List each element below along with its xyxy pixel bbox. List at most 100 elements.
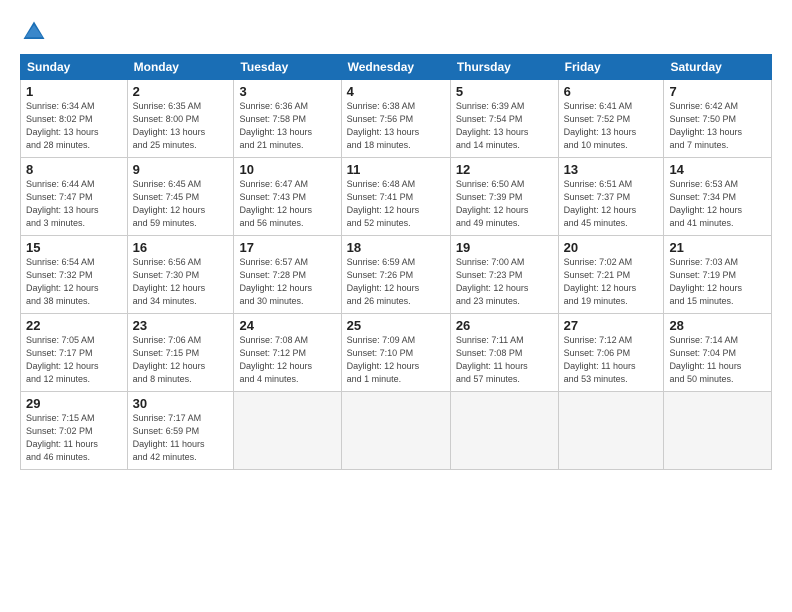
calendar-cell [664, 392, 772, 470]
day-number: 27 [564, 318, 659, 333]
day-number: 18 [347, 240, 445, 255]
day-info: Sunrise: 7:15 AM Sunset: 7:02 PM Dayligh… [26, 412, 122, 464]
day-number: 25 [347, 318, 445, 333]
day-number: 14 [669, 162, 766, 177]
calendar-row-1: 1Sunrise: 6:34 AM Sunset: 8:02 PM Daylig… [21, 80, 772, 158]
day-number: 23 [133, 318, 229, 333]
calendar-cell: 16Sunrise: 6:56 AM Sunset: 7:30 PM Dayli… [127, 236, 234, 314]
calendar-cell: 17Sunrise: 6:57 AM Sunset: 7:28 PM Dayli… [234, 236, 341, 314]
day-number: 4 [347, 84, 445, 99]
day-number: 9 [133, 162, 229, 177]
day-number: 11 [347, 162, 445, 177]
calendar-cell: 27Sunrise: 7:12 AM Sunset: 7:06 PM Dayli… [558, 314, 664, 392]
calendar-cell: 18Sunrise: 6:59 AM Sunset: 7:26 PM Dayli… [341, 236, 450, 314]
weekday-header-row: SundayMondayTuesdayWednesdayThursdayFrid… [21, 55, 772, 80]
day-info: Sunrise: 7:06 AM Sunset: 7:15 PM Dayligh… [133, 334, 229, 386]
day-number: 17 [239, 240, 335, 255]
day-number: 6 [564, 84, 659, 99]
day-info: Sunrise: 7:17 AM Sunset: 6:59 PM Dayligh… [133, 412, 229, 464]
day-info: Sunrise: 6:42 AM Sunset: 7:50 PM Dayligh… [669, 100, 766, 152]
weekday-header-monday: Monday [127, 55, 234, 80]
day-number: 19 [456, 240, 553, 255]
day-number: 28 [669, 318, 766, 333]
weekday-header-thursday: Thursday [450, 55, 558, 80]
header [20, 18, 772, 46]
calendar-row-3: 15Sunrise: 6:54 AM Sunset: 7:32 PM Dayli… [21, 236, 772, 314]
day-info: Sunrise: 7:00 AM Sunset: 7:23 PM Dayligh… [456, 256, 553, 308]
day-info: Sunrise: 6:44 AM Sunset: 7:47 PM Dayligh… [26, 178, 122, 230]
calendar-cell: 4Sunrise: 6:38 AM Sunset: 7:56 PM Daylig… [341, 80, 450, 158]
calendar-cell: 11Sunrise: 6:48 AM Sunset: 7:41 PM Dayli… [341, 158, 450, 236]
day-number: 1 [26, 84, 122, 99]
day-number: 21 [669, 240, 766, 255]
calendar-cell: 30Sunrise: 7:17 AM Sunset: 6:59 PM Dayli… [127, 392, 234, 470]
day-number: 22 [26, 318, 122, 333]
weekday-header-sunday: Sunday [21, 55, 128, 80]
day-number: 5 [456, 84, 553, 99]
calendar-cell: 9Sunrise: 6:45 AM Sunset: 7:45 PM Daylig… [127, 158, 234, 236]
calendar-cell [234, 392, 341, 470]
calendar-cell: 25Sunrise: 7:09 AM Sunset: 7:10 PM Dayli… [341, 314, 450, 392]
calendar-table: SundayMondayTuesdayWednesdayThursdayFrid… [20, 54, 772, 470]
day-info: Sunrise: 6:36 AM Sunset: 7:58 PM Dayligh… [239, 100, 335, 152]
page: SundayMondayTuesdayWednesdayThursdayFrid… [0, 0, 792, 612]
day-number: 24 [239, 318, 335, 333]
day-info: Sunrise: 7:11 AM Sunset: 7:08 PM Dayligh… [456, 334, 553, 386]
day-number: 16 [133, 240, 229, 255]
day-info: Sunrise: 6:35 AM Sunset: 8:00 PM Dayligh… [133, 100, 229, 152]
day-number: 30 [133, 396, 229, 411]
calendar-cell: 10Sunrise: 6:47 AM Sunset: 7:43 PM Dayli… [234, 158, 341, 236]
calendar-cell: 1Sunrise: 6:34 AM Sunset: 8:02 PM Daylig… [21, 80, 128, 158]
day-number: 10 [239, 162, 335, 177]
weekday-header-wednesday: Wednesday [341, 55, 450, 80]
calendar-cell: 22Sunrise: 7:05 AM Sunset: 7:17 PM Dayli… [21, 314, 128, 392]
logo [20, 18, 50, 46]
calendar-cell: 29Sunrise: 7:15 AM Sunset: 7:02 PM Dayli… [21, 392, 128, 470]
day-info: Sunrise: 6:41 AM Sunset: 7:52 PM Dayligh… [564, 100, 659, 152]
calendar-cell: 20Sunrise: 7:02 AM Sunset: 7:21 PM Dayli… [558, 236, 664, 314]
calendar-cell: 23Sunrise: 7:06 AM Sunset: 7:15 PM Dayli… [127, 314, 234, 392]
calendar-cell: 14Sunrise: 6:53 AM Sunset: 7:34 PM Dayli… [664, 158, 772, 236]
calendar-cell: 21Sunrise: 7:03 AM Sunset: 7:19 PM Dayli… [664, 236, 772, 314]
calendar-cell: 15Sunrise: 6:54 AM Sunset: 7:32 PM Dayli… [21, 236, 128, 314]
day-info: Sunrise: 7:08 AM Sunset: 7:12 PM Dayligh… [239, 334, 335, 386]
calendar-cell: 28Sunrise: 7:14 AM Sunset: 7:04 PM Dayli… [664, 314, 772, 392]
day-number: 20 [564, 240, 659, 255]
calendar-cell: 3Sunrise: 6:36 AM Sunset: 7:58 PM Daylig… [234, 80, 341, 158]
day-info: Sunrise: 7:02 AM Sunset: 7:21 PM Dayligh… [564, 256, 659, 308]
day-info: Sunrise: 6:38 AM Sunset: 7:56 PM Dayligh… [347, 100, 445, 152]
weekday-header-saturday: Saturday [664, 55, 772, 80]
calendar-cell: 2Sunrise: 6:35 AM Sunset: 8:00 PM Daylig… [127, 80, 234, 158]
day-info: Sunrise: 6:50 AM Sunset: 7:39 PM Dayligh… [456, 178, 553, 230]
day-info: Sunrise: 6:48 AM Sunset: 7:41 PM Dayligh… [347, 178, 445, 230]
calendar-row-4: 22Sunrise: 7:05 AM Sunset: 7:17 PM Dayli… [21, 314, 772, 392]
day-number: 2 [133, 84, 229, 99]
calendar-cell: 24Sunrise: 7:08 AM Sunset: 7:12 PM Dayli… [234, 314, 341, 392]
weekday-header-friday: Friday [558, 55, 664, 80]
calendar-cell: 19Sunrise: 7:00 AM Sunset: 7:23 PM Dayli… [450, 236, 558, 314]
day-info: Sunrise: 6:51 AM Sunset: 7:37 PM Dayligh… [564, 178, 659, 230]
calendar-cell: 5Sunrise: 6:39 AM Sunset: 7:54 PM Daylig… [450, 80, 558, 158]
day-info: Sunrise: 6:45 AM Sunset: 7:45 PM Dayligh… [133, 178, 229, 230]
calendar-cell: 7Sunrise: 6:42 AM Sunset: 7:50 PM Daylig… [664, 80, 772, 158]
day-info: Sunrise: 7:03 AM Sunset: 7:19 PM Dayligh… [669, 256, 766, 308]
day-info: Sunrise: 6:53 AM Sunset: 7:34 PM Dayligh… [669, 178, 766, 230]
day-number: 12 [456, 162, 553, 177]
calendar-cell: 13Sunrise: 6:51 AM Sunset: 7:37 PM Dayli… [558, 158, 664, 236]
day-number: 13 [564, 162, 659, 177]
logo-icon [20, 18, 48, 46]
day-number: 3 [239, 84, 335, 99]
day-info: Sunrise: 7:14 AM Sunset: 7:04 PM Dayligh… [669, 334, 766, 386]
calendar-row-5: 29Sunrise: 7:15 AM Sunset: 7:02 PM Dayli… [21, 392, 772, 470]
weekday-header-tuesday: Tuesday [234, 55, 341, 80]
day-number: 29 [26, 396, 122, 411]
calendar-cell: 26Sunrise: 7:11 AM Sunset: 7:08 PM Dayli… [450, 314, 558, 392]
day-number: 7 [669, 84, 766, 99]
day-number: 8 [26, 162, 122, 177]
day-info: Sunrise: 6:57 AM Sunset: 7:28 PM Dayligh… [239, 256, 335, 308]
day-info: Sunrise: 7:09 AM Sunset: 7:10 PM Dayligh… [347, 334, 445, 386]
day-info: Sunrise: 6:39 AM Sunset: 7:54 PM Dayligh… [456, 100, 553, 152]
calendar-row-2: 8Sunrise: 6:44 AM Sunset: 7:47 PM Daylig… [21, 158, 772, 236]
day-info: Sunrise: 6:54 AM Sunset: 7:32 PM Dayligh… [26, 256, 122, 308]
day-info: Sunrise: 6:59 AM Sunset: 7:26 PM Dayligh… [347, 256, 445, 308]
